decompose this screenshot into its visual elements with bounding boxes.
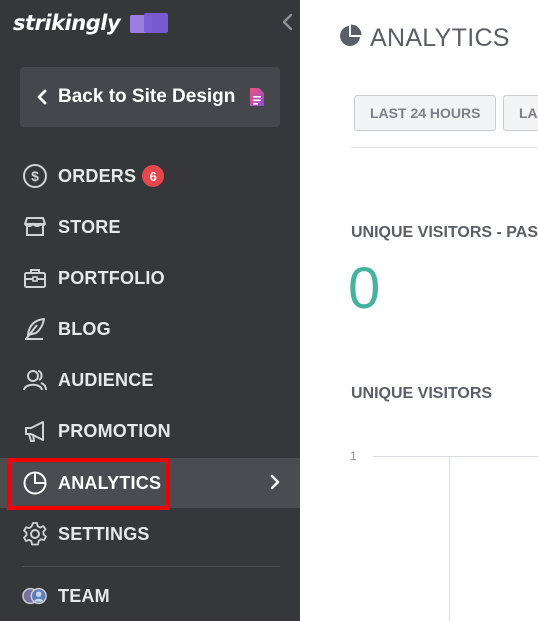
svg-text:$: $ xyxy=(31,168,39,184)
sidebar-item-orders[interactable]: $ ORDERS 6 xyxy=(0,151,300,201)
brand-mark-icon xyxy=(130,13,169,33)
unique-visitors-stat-label: UNIQUE VISITORS - PAST 24 HOURS xyxy=(351,224,538,241)
sidebar-item-team[interactable]: TEAM xyxy=(0,571,300,621)
page-title-text: ANALYTICS xyxy=(370,24,510,52)
sidebar-item-analytics[interactable]: ANALYTICS xyxy=(0,458,300,508)
sidebar-item-label: SETTINGS xyxy=(58,523,150,544)
tab-last-7-days[interactable]: LAST 7 DAYS xyxy=(503,95,538,131)
sidebar-item-label: BLOG xyxy=(58,318,111,339)
brand-name: strikingly xyxy=(13,11,121,35)
sidebar-item-label: ORDERS xyxy=(58,165,137,186)
sidebar-item-blog[interactable]: BLOG xyxy=(0,304,300,354)
orders-count-badge: 6 xyxy=(142,165,165,187)
pie-chart-icon xyxy=(22,470,48,496)
sidebar-item-label: PORTFOLIO xyxy=(58,267,165,288)
store-icon xyxy=(22,214,48,240)
page-title: ANALYTICS xyxy=(338,24,510,53)
sidebar: strikingly Back to Site Design $ ORDERS … xyxy=(0,0,300,621)
sidebar-item-promotion[interactable]: PROMOTION xyxy=(0,406,300,456)
dollar-circle-icon: $ xyxy=(22,163,48,189)
divider xyxy=(350,147,538,148)
gear-icon xyxy=(22,521,48,547)
unique-visitors-stat-value: 0 xyxy=(348,256,381,321)
main-content: ANALYTICS LAST 24 HOURS LAST 7 DAYS UNIQ… xyxy=(300,0,538,621)
brand-logo[interactable]: strikingly xyxy=(13,8,169,38)
sidebar-item-label: STORE xyxy=(58,216,121,237)
team-avatars-icon xyxy=(22,583,48,609)
chart-title: UNIQUE VISITORS xyxy=(351,385,493,402)
briefcase-icon xyxy=(22,265,48,291)
page-document-icon xyxy=(249,87,265,107)
megaphone-icon xyxy=(22,418,48,444)
users-icon xyxy=(22,367,48,393)
chevron-left-icon xyxy=(36,89,48,105)
pie-chart-icon xyxy=(338,24,362,53)
sidebar-item-store[interactable]: STORE xyxy=(0,202,300,252)
back-button-label: Back to Site Design xyxy=(58,86,236,107)
y-axis-tick-label: 1 xyxy=(350,449,357,463)
sidebar-item-label: ANALYTICS xyxy=(58,472,162,493)
chevron-right-icon xyxy=(270,474,280,490)
sidebar-item-audience[interactable]: AUDIENCE xyxy=(0,355,300,405)
back-to-site-design-button[interactable]: Back to Site Design xyxy=(20,67,280,127)
tab-last-24-hours[interactable]: LAST 24 HOURS xyxy=(354,95,497,131)
sidebar-divider xyxy=(22,566,280,567)
sidebar-item-label: AUDIENCE xyxy=(58,369,154,390)
sidebar-item-settings[interactable]: SETTINGS xyxy=(0,509,300,559)
sidebar-item-portfolio[interactable]: PORTFOLIO xyxy=(0,253,300,303)
collapse-sidebar-icon[interactable] xyxy=(281,12,295,32)
chart-axis-line xyxy=(449,456,450,621)
sidebar-item-label: TEAM xyxy=(58,585,110,606)
feather-icon xyxy=(22,316,48,342)
chart-gridline xyxy=(373,456,538,457)
sidebar-item-label: PROMOTION xyxy=(58,420,171,441)
